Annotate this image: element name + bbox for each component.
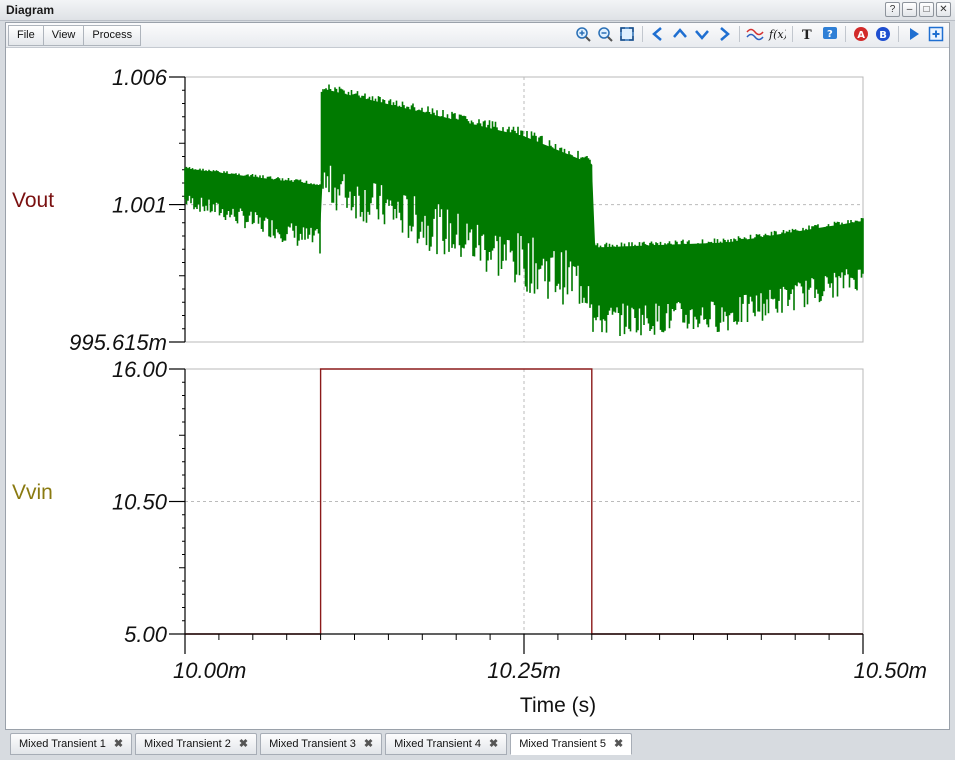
y-tick-label: 5.00 — [124, 622, 168, 647]
tab-mixed-transient-5[interactable]: Mixed Transient 5 ✖ — [510, 733, 633, 755]
tab-mixed-transient-3[interactable]: Mixed Transient 3 ✖ — [260, 733, 383, 755]
close-tab-icon[interactable]: ✖ — [489, 734, 498, 754]
x-tick-label: 10.50m — [854, 658, 927, 683]
y-tick-label: 995.615m — [69, 330, 167, 355]
x-tick-label: 10.25m — [487, 658, 560, 683]
tab-label: Mixed Transient 2 — [144, 738, 231, 750]
y-tick-label: 10.50 — [112, 490, 168, 515]
tab-label: Mixed Transient 3 — [269, 738, 356, 750]
tab-label: Mixed Transient 1 — [19, 738, 106, 750]
diagram-plots[interactable]: Vout 1.006 1.001 995.615m Vvin 16.00 10.50 5… — [0, 0, 955, 760]
vvin-axis-label: Vvin — [12, 481, 53, 504]
close-tab-icon[interactable]: ✖ — [364, 734, 373, 754]
tab-mixed-transient-4[interactable]: Mixed Transient 4 ✖ — [385, 733, 508, 755]
tab-label: Mixed Transient 5 — [519, 738, 607, 750]
y-tick-label: 1.001 — [112, 193, 167, 218]
close-tab-icon[interactable]: ✖ — [614, 734, 623, 754]
tab-label: Mixed Transient 4 — [394, 738, 481, 750]
close-tab-icon[interactable]: ✖ — [239, 734, 248, 754]
x-axis-label: Time (s) — [520, 694, 596, 717]
tab-mixed-transient-1[interactable]: Mixed Transient 1 ✖ — [10, 733, 133, 755]
vvin-chart: Vvin 16.00 10.50 5.00 — [12, 357, 864, 647]
y-tick-label: 16.00 — [112, 357, 168, 382]
x-tick-label: 10.00m — [173, 658, 246, 683]
vout-chart: Vout 1.006 1.001 995.615m — [12, 65, 864, 355]
y-tick-label: 1.006 — [112, 65, 168, 90]
tab-bar: Mixed Transient 1 ✖ Mixed Transient 2 ✖ Mi… — [5, 730, 948, 758]
vout-axis-label: Vout — [12, 189, 54, 212]
tab-mixed-transient-2[interactable]: Mixed Transient 2 ✖ — [135, 733, 258, 755]
x-axis: 10.00m 10.25m 10.50m — [173, 633, 927, 683]
close-tab-icon[interactable]: ✖ — [114, 734, 123, 754]
